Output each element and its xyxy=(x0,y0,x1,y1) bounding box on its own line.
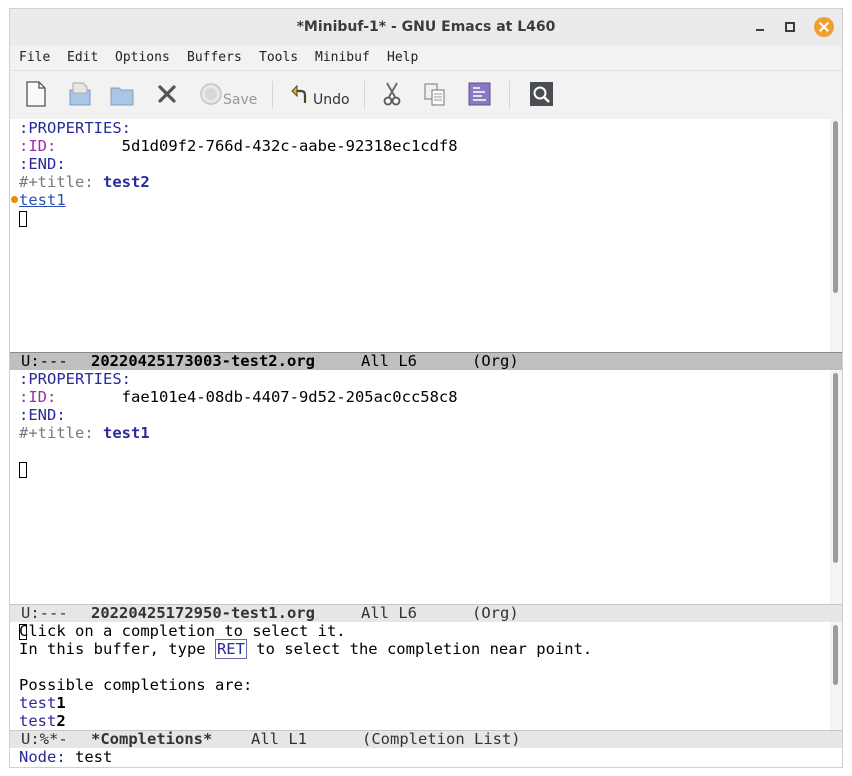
new-file-icon[interactable] xyxy=(25,81,47,107)
window-title: *Minibuf-1* - GNU Emacs at L460 xyxy=(296,19,556,35)
document-title: test1 xyxy=(103,424,150,442)
modeline-buffer-name[interactable]: *Completions* xyxy=(91,731,212,748)
toolbar-separator xyxy=(272,81,273,109)
scrollbar-thumb[interactable] xyxy=(833,373,838,563)
menu-edit[interactable]: Edit xyxy=(67,50,98,65)
title-bar: *Minibuf-1* - GNU Emacs at L460 xyxy=(10,9,842,47)
tool-bar: Save Undo xyxy=(10,71,842,119)
node-link[interactable]: test1 xyxy=(19,191,66,209)
id-key: :ID: xyxy=(19,137,57,155)
text-cursor xyxy=(19,211,27,227)
menu-buffers[interactable]: Buffers xyxy=(187,50,242,65)
ret-key-label: RET xyxy=(214,639,247,659)
minimize-icon[interactable] xyxy=(750,17,770,37)
scrollbar-thumb[interactable] xyxy=(833,121,838,293)
properties-drawer-end: :END: xyxy=(19,155,66,173)
document-title: test2 xyxy=(103,173,150,191)
mode-line-test2[interactable]: U:--- 20220425173003-test2.org All L6 (O… xyxy=(10,352,842,370)
undo-icon[interactable] xyxy=(290,81,310,107)
completions-help-line: Click on a completion to select it. xyxy=(19,622,346,640)
completions-help-prefix: In this buffer, type xyxy=(19,640,215,658)
paste-icon[interactable] xyxy=(468,81,492,107)
minibuffer[interactable]: Node: test xyxy=(10,748,842,767)
modeline-buffer-name[interactable]: 20220425173003-test2.org xyxy=(91,353,315,370)
title-keyword: #+title: xyxy=(19,173,94,191)
menu-tools[interactable]: Tools xyxy=(259,50,298,65)
id-key: :ID: xyxy=(19,388,57,406)
menu-bar: File Edit Options Buffers Tools Minibuf … xyxy=(10,46,842,71)
id-value: 5d1d09f2-766d-432c-aabe-92318ec1cdf8 xyxy=(121,137,458,155)
modeline-status: U:--- xyxy=(21,352,68,370)
properties-drawer-start: :PROPERTIES: xyxy=(19,370,131,388)
toolbar-separator xyxy=(509,81,510,109)
modeline-major-mode[interactable]: (Org) xyxy=(472,353,519,370)
minibuffer-prompt: Node: xyxy=(19,748,66,766)
open-dir-icon[interactable] xyxy=(109,81,135,107)
properties-drawer-end: :END: xyxy=(19,406,66,424)
completion-item[interactable]: test2 xyxy=(19,712,66,730)
completion-item[interactable]: test1 xyxy=(19,694,66,712)
emacs-window: *Minibuf-1* - GNU Emacs at L460 File Edi… xyxy=(9,8,843,768)
modeline-status: U:%*- xyxy=(21,730,68,748)
text-cursor xyxy=(19,462,27,478)
window-pane-test2[interactable]: :PROPERTIES: :ID: 5d1d09f2-766d-432c-aab… xyxy=(10,119,830,352)
window-pane-test1[interactable]: :PROPERTIES: :ID: fae101e4-08db-4407-9d5… xyxy=(10,370,830,604)
modeline-status: U:--- xyxy=(21,604,68,622)
fringe-marker xyxy=(11,196,18,203)
id-value: fae101e4-08db-4407-9d52-205ac0cc58c8 xyxy=(121,388,458,406)
maximize-icon[interactable] xyxy=(780,17,800,37)
close-icon[interactable] xyxy=(155,81,179,107)
menu-minibuf[interactable]: Minibuf xyxy=(315,50,370,65)
modeline-buffer-name[interactable]: 20220425172950-test1.org xyxy=(91,605,315,622)
modeline-position: All L1 xyxy=(251,730,307,748)
title-keyword: #+title: xyxy=(19,424,94,442)
scrollbar-thumb[interactable] xyxy=(833,625,838,685)
mode-line-completions[interactable]: U:%*- *Completions* All L1 (Completion L… xyxy=(10,730,842,748)
completions-pane[interactable]: Click on a completion to select it. In t… xyxy=(10,622,830,730)
completions-header: Possible completions are: xyxy=(19,676,253,694)
completions-help-suffix: to select the completion near point. xyxy=(246,640,593,658)
search-icon[interactable] xyxy=(530,81,554,107)
menu-file[interactable]: File xyxy=(19,50,50,65)
menu-options[interactable]: Options xyxy=(115,50,170,65)
modeline-position: All L6 xyxy=(361,352,417,370)
properties-drawer-start: :PROPERTIES: xyxy=(19,119,131,137)
modeline-major-mode[interactable]: (Completion List) xyxy=(362,731,521,748)
mode-line-test1[interactable]: U:--- 20220425172950-test1.org All L6 (O… xyxy=(10,604,842,622)
undo-button-label[interactable]: Undo xyxy=(313,92,350,108)
modeline-position: All L6 xyxy=(361,604,417,622)
modeline-major-mode[interactable]: (Org) xyxy=(472,605,519,622)
menu-help[interactable]: Help xyxy=(387,50,418,65)
cut-icon[interactable] xyxy=(381,81,403,107)
open-file-icon[interactable] xyxy=(68,81,92,107)
close-window-icon[interactable] xyxy=(814,17,834,37)
toolbar-separator xyxy=(364,81,365,109)
save-button-label[interactable]: Save xyxy=(223,92,257,108)
save-icon[interactable] xyxy=(199,81,223,107)
copy-icon[interactable] xyxy=(423,81,447,107)
minibuffer-input[interactable]: test xyxy=(75,748,112,766)
